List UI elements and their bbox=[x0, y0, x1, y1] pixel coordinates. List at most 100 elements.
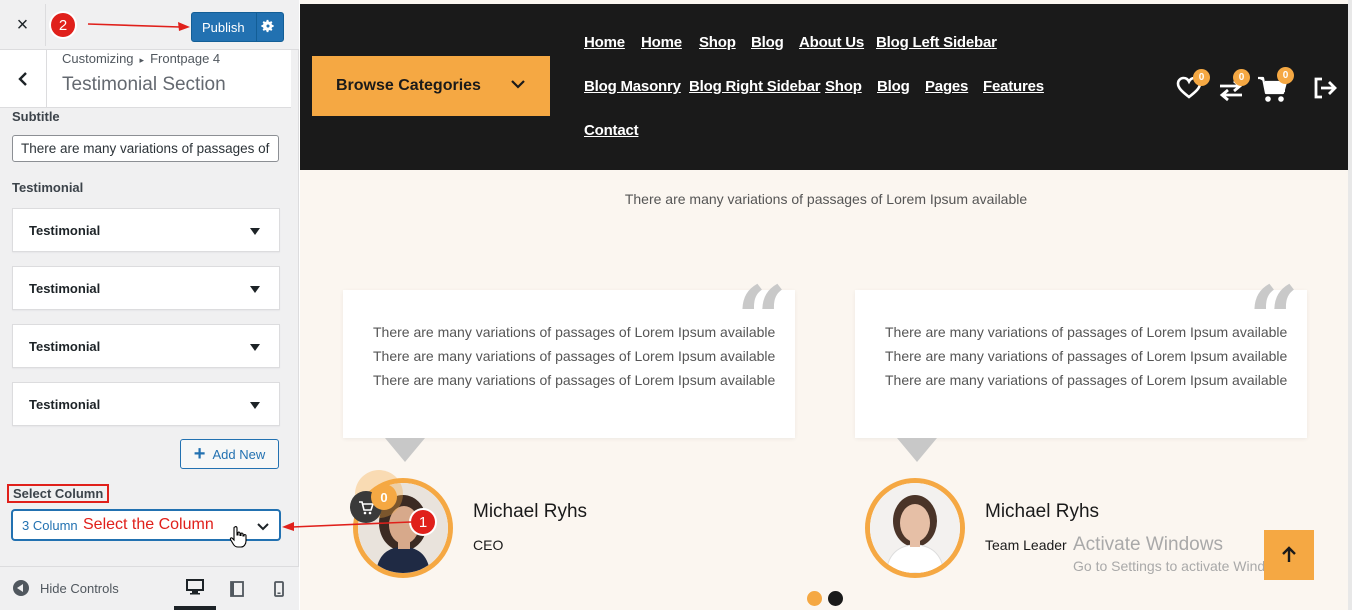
testimonial-text-line: There are many variations of passages of… bbox=[885, 348, 1288, 364]
annotation-arrow-icon bbox=[87, 22, 190, 31]
close-customizer-button[interactable]: × bbox=[0, 4, 46, 46]
section-header: Customizing ▸ Frontpage 4 Testimonial Sect… bbox=[0, 50, 291, 108]
customizer-sidebar: × Publish Customizing ▸ Frontpage 4 Testim… bbox=[0, 0, 299, 610]
publish-separator bbox=[256, 13, 257, 41]
nav-shop-2[interactable]: Shop bbox=[825, 78, 862, 95]
nav-features[interactable]: Features bbox=[983, 78, 1044, 95]
testimonial-text-line: There are many variations of passages of… bbox=[885, 324, 1288, 340]
card-pointer bbox=[385, 438, 425, 462]
testimonial-accordion-2[interactable]: Testimonial bbox=[12, 266, 280, 310]
testimonial-label: Testimonial bbox=[12, 180, 84, 195]
caret-down-icon bbox=[250, 402, 260, 409]
add-new-button[interactable]: + Add New bbox=[180, 439, 279, 469]
annotation-step-1: 1 bbox=[411, 510, 435, 534]
column-select-value: 3 Column bbox=[22, 517, 78, 533]
browse-categories-button[interactable]: Browse Categories bbox=[312, 56, 550, 116]
mobile-icon bbox=[274, 580, 284, 597]
select-column-label: Select Column bbox=[7, 484, 110, 503]
testimonial-name-2: Michael Ryhs bbox=[985, 501, 1100, 522]
hide-controls-label: Hide Controls bbox=[40, 580, 119, 596]
caret-down-icon bbox=[250, 286, 260, 293]
cart-count-badge: 0 bbox=[1277, 67, 1294, 84]
breadcrumb-current: Frontpage 4 bbox=[150, 51, 221, 66]
testimonial-role-2: Team Leader bbox=[985, 537, 1067, 553]
carousel-dot-2[interactable] bbox=[828, 591, 843, 606]
testimonial-text-line: There are many variations of passages of… bbox=[885, 372, 1288, 388]
watermark-subtitle: Go to Settings to activate Windows. bbox=[1073, 558, 1294, 574]
watermark-title: Activate Windows bbox=[1073, 534, 1223, 555]
accordion-label: Testimonial bbox=[29, 280, 101, 296]
testimonial-card-2: “ There are many variations of passages … bbox=[855, 274, 1307, 462]
publish-button[interactable]: Publish bbox=[191, 12, 284, 42]
nav-contact[interactable]: Contact bbox=[584, 122, 639, 139]
customizer-footer: Hide Controls bbox=[0, 566, 299, 610]
nav-home[interactable]: Home bbox=[584, 34, 625, 51]
collapse-icon bbox=[13, 580, 29, 596]
testimonial-accordion-4[interactable]: Testimonial bbox=[12, 382, 280, 426]
activate-windows-watermark: Activate Windows Go to Settings to activ… bbox=[1073, 534, 1294, 574]
caret-down-icon bbox=[250, 344, 260, 351]
testimonial-text-line: There are many variations of passages of… bbox=[373, 324, 776, 340]
compare-count-badge: 0 bbox=[1233, 69, 1250, 86]
desktop-icon bbox=[186, 578, 204, 594]
arrow-up-icon bbox=[1282, 546, 1296, 562]
preview-scrollbar[interactable] bbox=[1348, 0, 1352, 610]
testimonial-text-line: There are many variations of passages of… bbox=[373, 348, 776, 364]
accordion-label: Testimonial bbox=[29, 338, 101, 354]
accordion-label: Testimonial bbox=[29, 222, 101, 238]
browse-categories-label: Browse Categories bbox=[336, 77, 481, 94]
site-header: Browse Categories Home Home Shop Blog Ab… bbox=[300, 4, 1352, 170]
testimonial-section-subtitle: There are many variations of passages of… bbox=[624, 191, 1028, 207]
section-title: Testimonial Section bbox=[62, 74, 226, 95]
chevron-down-icon bbox=[511, 80, 525, 89]
logout-icon[interactable] bbox=[1312, 76, 1338, 100]
plus-icon: + bbox=[193, 443, 206, 465]
gear-icon[interactable] bbox=[261, 19, 275, 33]
testimonial-role-1: CEO bbox=[473, 537, 504, 553]
testimonial-accordion-1[interactable]: Testimonial bbox=[12, 208, 280, 252]
testimonial-accordion-3[interactable]: Testimonial bbox=[12, 324, 280, 368]
wishlist-count-badge: 0 bbox=[1193, 69, 1210, 86]
card-pointer bbox=[897, 438, 937, 462]
nav-blog-right-sidebar[interactable]: Blog Right Sidebar bbox=[689, 78, 821, 95]
preview-tablet-button[interactable] bbox=[216, 567, 258, 610]
hand-cursor-icon bbox=[229, 526, 247, 548]
breadcrumb-parent: Customizing bbox=[62, 51, 134, 66]
nav-about-us[interactable]: About Us bbox=[799, 34, 864, 51]
carousel-dot-1[interactable] bbox=[807, 591, 822, 606]
floating-cart-count: 0 bbox=[371, 484, 397, 510]
nav-shop[interactable]: Shop bbox=[699, 34, 736, 51]
chevron-down-icon bbox=[257, 523, 269, 531]
preview-mobile-button[interactable] bbox=[258, 567, 300, 610]
chevron-left-icon bbox=[18, 72, 27, 86]
nav-pages[interactable]: Pages bbox=[925, 78, 968, 95]
testimonial-text-line: There are many variations of passages of… bbox=[373, 372, 776, 388]
subtitle-label: Subtitle bbox=[12, 109, 60, 124]
preview-desktop-button[interactable] bbox=[174, 567, 216, 610]
annotation-step-2: 2 bbox=[51, 13, 75, 37]
breadcrumb: Customizing ▸ Frontpage 4 bbox=[62, 51, 220, 66]
close-icon: × bbox=[16, 13, 29, 36]
nav-blog-masonry[interactable]: Blog Masonry bbox=[584, 78, 681, 95]
breadcrumb-arrow: ▸ bbox=[139, 55, 145, 65]
annotation-select-note: Select the Column bbox=[83, 516, 214, 533]
testimonial-name-1: Michael Ryhs bbox=[473, 501, 588, 522]
annotation-arrow-icon bbox=[282, 521, 412, 531]
accordion-label: Testimonial bbox=[29, 396, 101, 412]
back-button[interactable] bbox=[0, 50, 47, 108]
subtitle-input[interactable] bbox=[12, 135, 279, 162]
site-preview: Browse Categories Home Home Shop Blog Ab… bbox=[300, 0, 1352, 610]
nav-blog[interactable]: Blog bbox=[751, 34, 784, 51]
hide-controls-button[interactable]: Hide Controls bbox=[13, 580, 119, 596]
caret-down-icon bbox=[250, 228, 260, 235]
publish-label: Publish bbox=[202, 19, 245, 35]
testimonial-card-1: “ There are many variations of passages … bbox=[343, 274, 795, 462]
scroll-to-top-button[interactable] bbox=[1264, 530, 1314, 580]
avatar-2 bbox=[865, 478, 965, 578]
person-photo-icon bbox=[870, 483, 960, 573]
add-new-label: Add New bbox=[212, 446, 266, 462]
nav-blog-2[interactable]: Blog bbox=[877, 78, 910, 95]
tablet-icon bbox=[230, 580, 244, 597]
nav-blog-left-sidebar[interactable]: Blog Left Sidebar bbox=[876, 34, 997, 51]
nav-home-2[interactable]: Home bbox=[641, 34, 682, 51]
